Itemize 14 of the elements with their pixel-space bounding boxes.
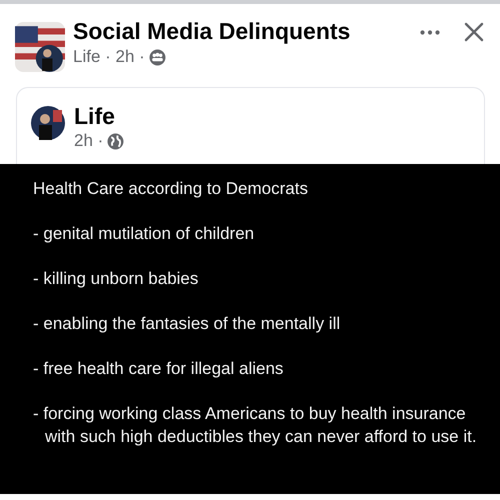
post-text-line: - killing unborn babies	[33, 268, 200, 290]
post-text-line: - genital mutilation of children	[33, 223, 256, 245]
group-icon	[148, 48, 166, 66]
close-icon[interactable]	[464, 22, 484, 42]
author-name[interactable]: Life	[74, 102, 124, 130]
post-text-line: Health Care according to Democrats	[33, 178, 309, 200]
post-meta: 2h ·	[74, 130, 104, 152]
more-icon[interactable]	[420, 30, 440, 35]
group-name[interactable]: Social Media Delinquents	[73, 16, 420, 46]
post-text-line: - forcing working class Americans to buy health insurance with such high deductibles they can never afford to use it.	[33, 403, 478, 448]
post-text-line: - enabling the fantasies of the mentally ill	[33, 313, 342, 335]
globe-icon	[107, 132, 124, 150]
post-text-line: - free health care for illegal aliens	[33, 358, 284, 380]
post-meta: Life · 2h ·	[73, 46, 145, 68]
